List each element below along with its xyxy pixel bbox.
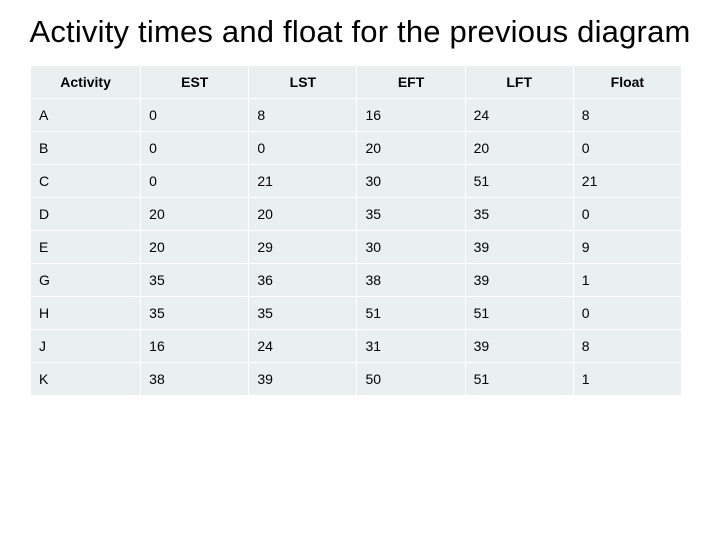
- cell: 8: [573, 98, 681, 131]
- table-row: J 16 24 31 39 8: [31, 329, 682, 362]
- table-row: H 35 35 51 51 0: [31, 296, 682, 329]
- table-row: K 38 39 50 51 1: [31, 362, 682, 395]
- table-row: A 0 8 16 24 8: [31, 98, 682, 131]
- cell: 39: [465, 263, 573, 296]
- cell: 16: [357, 98, 465, 131]
- cell: 35: [357, 197, 465, 230]
- cell: D: [31, 197, 141, 230]
- table-row: G 35 36 38 39 1: [31, 263, 682, 296]
- cell: 30: [357, 230, 465, 263]
- cell: 39: [249, 362, 357, 395]
- cell: J: [31, 329, 141, 362]
- cell: 8: [573, 329, 681, 362]
- slide: Activity times and float for the previou…: [0, 0, 720, 540]
- cell: B: [31, 131, 141, 164]
- table-row: C 0 21 30 51 21: [31, 164, 682, 197]
- col-est: EST: [141, 65, 249, 98]
- col-activity: Activity: [31, 65, 141, 98]
- cell: 0: [249, 131, 357, 164]
- col-lft: LFT: [465, 65, 573, 98]
- cell: 16: [141, 329, 249, 362]
- cell: 0: [573, 131, 681, 164]
- cell: 51: [465, 164, 573, 197]
- cell: 20: [141, 197, 249, 230]
- col-float: Float: [573, 65, 681, 98]
- page-title: Activity times and float for the previou…: [12, 14, 708, 51]
- table-header-row: Activity EST LST EFT LFT Float: [31, 65, 682, 98]
- cell: 38: [141, 362, 249, 395]
- cell: 36: [249, 263, 357, 296]
- col-lst: LST: [249, 65, 357, 98]
- table-row: B 0 0 20 20 0: [31, 131, 682, 164]
- cell: 35: [465, 197, 573, 230]
- table-body: A 0 8 16 24 8 B 0 0 20 20 0 C 0 21 30 51: [31, 98, 682, 395]
- cell: 20: [249, 197, 357, 230]
- cell: 24: [249, 329, 357, 362]
- cell: 39: [465, 230, 573, 263]
- cell: 21: [573, 164, 681, 197]
- cell: 51: [465, 362, 573, 395]
- cell: 51: [357, 296, 465, 329]
- cell: 8: [249, 98, 357, 131]
- cell: 0: [141, 164, 249, 197]
- cell: 39: [465, 329, 573, 362]
- cell: 30: [357, 164, 465, 197]
- cell: 1: [573, 362, 681, 395]
- table-row: D 20 20 35 35 0: [31, 197, 682, 230]
- cell: 38: [357, 263, 465, 296]
- cell: H: [31, 296, 141, 329]
- cell: 50: [357, 362, 465, 395]
- cell: E: [31, 230, 141, 263]
- cell: 35: [141, 263, 249, 296]
- cell: 0: [573, 296, 681, 329]
- cell: 35: [141, 296, 249, 329]
- cell: 0: [141, 98, 249, 131]
- cell: 29: [249, 230, 357, 263]
- col-eft: EFT: [357, 65, 465, 98]
- cell: 20: [357, 131, 465, 164]
- cell: 20: [141, 230, 249, 263]
- cell: K: [31, 362, 141, 395]
- cell: 35: [249, 296, 357, 329]
- cell: C: [31, 164, 141, 197]
- cell: 0: [141, 131, 249, 164]
- cell: 21: [249, 164, 357, 197]
- activity-table: Activity EST LST EFT LFT Float A 0 8 16 …: [30, 65, 682, 396]
- cell: 0: [573, 197, 681, 230]
- cell: 24: [465, 98, 573, 131]
- cell: 9: [573, 230, 681, 263]
- table-row: E 20 29 30 39 9: [31, 230, 682, 263]
- cell: G: [31, 263, 141, 296]
- cell: 31: [357, 329, 465, 362]
- cell: A: [31, 98, 141, 131]
- cell: 1: [573, 263, 681, 296]
- cell: 51: [465, 296, 573, 329]
- cell: 20: [465, 131, 573, 164]
